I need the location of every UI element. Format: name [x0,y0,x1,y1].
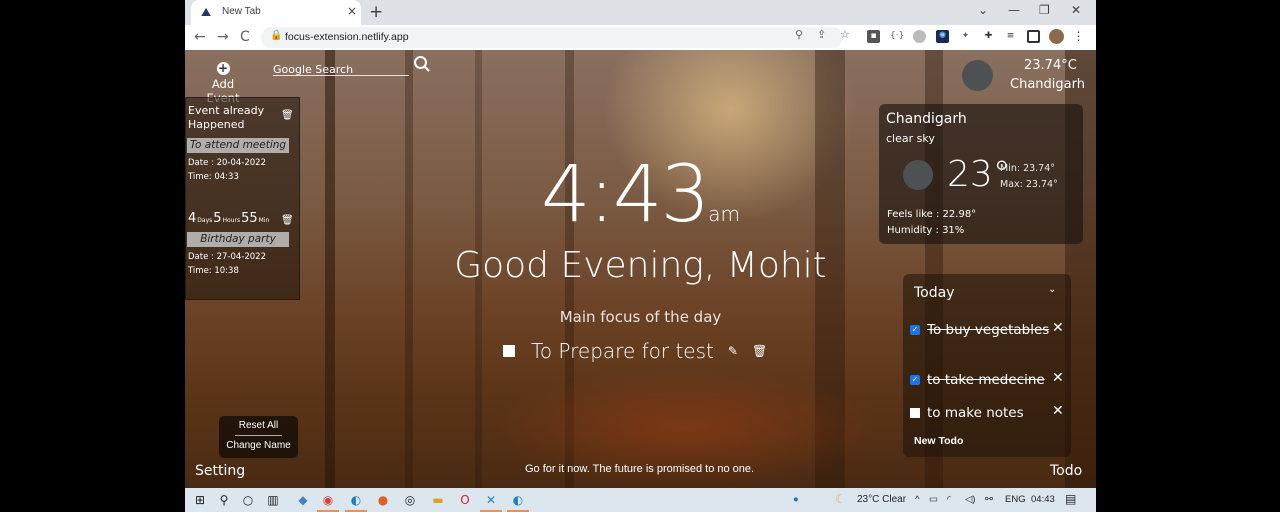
weather-max: Max: 23.74° [1000,179,1058,190]
todo-button[interactable]: Todo [1050,463,1082,479]
chevron-down-icon[interactable]: ⌄ [1048,284,1056,295]
clock-time: 4:43 [541,150,710,240]
share-icon[interactable]: ⇪ [817,28,826,41]
close-window-button[interactable]: ✕ [1071,3,1081,17]
settings-menu: Reset All Change Name [219,416,298,458]
volume-icon[interactable]: ◁) [965,494,975,505]
edge-icon[interactable]: ◐ [510,492,526,508]
side-panel-icon[interactable] [1027,30,1040,43]
extension-icon[interactable]: {·} [890,30,904,43]
restore-button[interactable]: ❐ [1039,3,1050,17]
new-todo-button[interactable]: New Todo [914,435,963,447]
focus-checkbox[interactable] [503,345,515,357]
weather-minmax: Min: 23.74° Max: 23.74° [1000,161,1058,193]
tab-close-icon[interactable]: × [347,4,357,18]
tab-new-tab[interactable]: ⛰ New Tab × [191,0,361,25]
url-text[interactable]: focus-extension.netlify.app [285,31,409,43]
firefox-icon[interactable]: ● [375,492,391,508]
todo-text: to take medecine [927,372,1045,388]
vscode-icon[interactable]: ✕ [483,492,499,508]
network-icon[interactable]: ⚯ [985,494,993,505]
weather-icon [903,160,933,190]
focus-task: To Prepare for test ✎ 🗑 [503,339,767,367]
event-status: Event already Happened [188,104,265,131]
todo-text: to make notes [927,405,1024,421]
edit-icon[interactable]: ✎ [728,344,738,358]
weather-description: clear sky [886,132,935,145]
search-input[interactable] [273,63,403,76]
wifi-icon[interactable]: ◜ [947,494,951,505]
plus-circle-icon: + [216,61,230,75]
notification-icon[interactable]: ▤ [1065,492,1076,506]
star-icon[interactable]: ☆ [840,28,850,41]
tab-search-icon[interactable]: ⌄ [978,3,988,17]
trash-icon[interactable]: 🗑 [281,110,294,121]
menu-icon[interactable]: ⋮ [1072,30,1085,43]
cortana-icon[interactable]: ○ [240,492,256,508]
extension-icon[interactable]: ▪ [867,30,880,43]
chevron-up-icon[interactable]: ^ [915,494,919,505]
remove-todo-icon[interactable]: ✕ [1052,370,1064,386]
taskbar-clock[interactable]: 04:43 [1031,494,1055,505]
puzzle-icon[interactable]: ✚ [982,30,995,43]
new-tab-button[interactable]: + [369,2,383,22]
quote: Go for it now. The future is promised to… [525,463,755,475]
trash-icon[interactable]: 🗑 [752,344,767,358]
avatar[interactable] [1049,29,1064,44]
weather-feels-like: Feels like : 22.98° [887,209,977,220]
windows-taskbar: ⊞ ⚲ ○ ▥ ◆ ◉ ◐ ● ◎ ▬ O ✕ ◐ ● ☾ 23°C Clear… [185,488,1096,512]
media-icon[interactable]: ≡ [1004,30,1017,43]
remove-todo-icon[interactable]: ✕ [1052,320,1064,336]
lock-icon: 🔒 [270,30,283,41]
language-indicator[interactable]: ENG [1005,494,1026,505]
battery-icon[interactable]: ▭ [929,494,938,505]
change-name-button[interactable]: Change Name [219,436,298,455]
extension-icon[interactable]: ✺ [936,30,949,43]
opera-icon[interactable]: O [457,492,473,508]
forward-button[interactable]: → [217,29,229,45]
setting-button[interactable]: Setting [195,463,245,479]
weather-humidity: Humidity : 31% [887,225,965,236]
extension-icon[interactable]: ✦ [959,30,972,43]
search-icon[interactable]: ⚲ [216,492,232,508]
location-icon[interactable]: ⚲ [795,28,803,41]
weather-details: Feels like : 22.98° Humidity : 31% [887,207,976,239]
todo-filter[interactable]: Today [914,285,955,301]
minimize-button[interactable]: — [1008,3,1020,17]
file-explorer-icon[interactable]: ▬ [430,492,446,508]
chrome-icon[interactable]: ◉ [320,492,336,508]
app-icon[interactable]: ◆ [295,492,311,508]
reset-all-button[interactable]: Reset All [219,416,298,435]
browser-window: ⛰ New Tab × + ⌄ — ❐ ✕ ← → C 🔒 focus-exte… [185,0,1096,512]
moon-icon: ☾ [835,492,846,506]
weather-min: Min: 23.74° [1000,163,1056,174]
favicon-icon: ⛰ [201,5,212,19]
extension-icon[interactable] [913,30,926,43]
weather-card: Chandigarh clear sky 23° Min: 23.74° Max… [879,104,1083,244]
tab-title: New Tab [222,6,261,17]
windows-start-icon[interactable]: ⊞ [192,492,208,508]
tray-app-icon[interactable]: ● [793,494,799,505]
focus-page: + Add Event Event already Happened 🗑 To … [185,50,1096,488]
focus-text: To Prepare for test [531,339,714,363]
weather-temp: 23.74°C [1024,58,1077,73]
search-icon[interactable] [413,55,431,73]
google-search [273,58,409,76]
edge-icon[interactable]: ◐ [348,492,364,508]
app-icon[interactable]: ◎ [402,492,418,508]
reload-button[interactable]: C [240,29,250,45]
browser-toolbar: ← → C 🔒 focus-extension.netlify.app ⚲ ⇪ … [185,25,1096,50]
todo-panel: Today ⌄ ✓ To buy vegetables ✕ ✓ to take … [903,274,1071,457]
weather-city: Chandigarh [1010,77,1085,92]
tab-strip: ⛰ New Tab × + ⌄ — ❐ ✕ [185,0,1096,25]
weather-card-city: Chandigarh [886,111,967,127]
weather-icon [962,60,993,91]
back-button[interactable]: ← [194,29,206,45]
todo-text: To buy vegetables [927,322,1050,338]
address-bar[interactable]: 🔒 focus-extension.netlify.app [261,27,843,48]
taskbar-weather[interactable]: 23°C Clear [857,494,906,505]
clock-ampm: am [708,202,740,226]
task-view-icon[interactable]: ▥ [265,492,281,508]
remove-todo-icon[interactable]: ✕ [1052,403,1064,419]
